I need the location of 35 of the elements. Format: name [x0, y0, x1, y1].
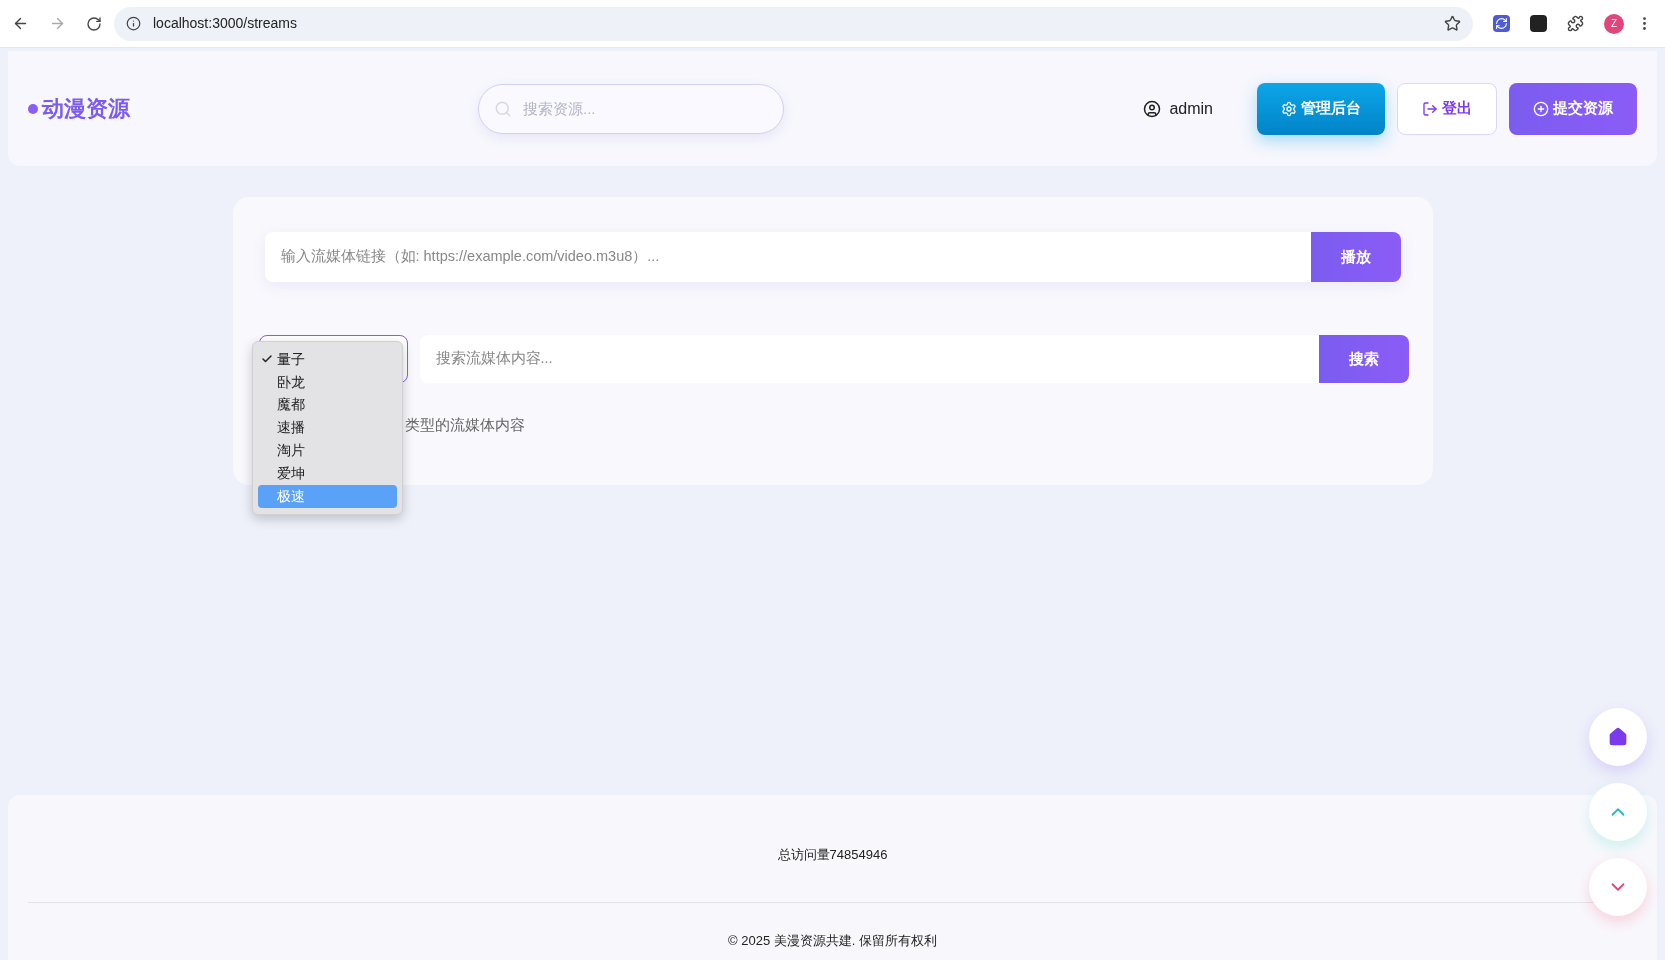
dropdown-option[interactable]: 速播 [257, 416, 397, 440]
back-icon[interactable] [12, 15, 29, 32]
bookmark-icon[interactable] [1444, 15, 1461, 32]
extension-icon[interactable] [1530, 15, 1547, 32]
submit-button[interactable]: 提交资源 [1509, 82, 1637, 135]
stream-url-field[interactable]: 输入流媒体链接（如: https://example.com/video.m3u8）... [264, 232, 1311, 282]
copyright-text: © 2025 美漫资源共建. 保留所有权利 [728, 931, 937, 950]
dropdown-option[interactable]: 爱坤 [257, 462, 397, 485]
submit-icon [1533, 100, 1549, 117]
home-icon [1608, 727, 1628, 747]
play-button[interactable]: 播放 [1310, 232, 1401, 282]
stream-search-field[interactable]: 搜索流媒体内容... [419, 335, 1319, 383]
hint-text: 类型的流媒体内容 [404, 417, 525, 433]
logout-icon [1422, 100, 1438, 117]
logout-button[interactable]: 登出 [1397, 82, 1497, 135]
admin-icon [1281, 100, 1297, 117]
search-button[interactable]: 搜索 [1318, 335, 1409, 383]
extensions-icon[interactable] [1567, 15, 1584, 32]
site-search-field[interactable]: 搜索资源... [478, 83, 784, 134]
address-bar[interactable]: localhost:3000/streams [114, 6, 1473, 41]
dropdown-option[interactable]: 淘片 [257, 439, 397, 462]
reload-icon[interactable] [86, 15, 102, 32]
extension-icon[interactable] [1493, 15, 1510, 32]
info-icon[interactable] [126, 16, 141, 31]
dropdown-option[interactable]: 卧龙 [257, 370, 397, 394]
search-icon [494, 99, 512, 118]
site-logo[interactable]: 动漫资源 [42, 92, 130, 125]
home-button[interactable] [1589, 708, 1647, 766]
user-icon [1143, 99, 1162, 118]
dropdown-option[interactable]: 魔都 [257, 393, 397, 417]
visit-count: 总访问量74854946 [777, 846, 888, 864]
profile-avatar[interactable]: Z [1604, 13, 1624, 34]
username[interactable]: admin [1169, 96, 1213, 121]
dropdown-option[interactable]: 量子 [257, 348, 397, 371]
url-text: localhost:3000/streams [153, 14, 297, 33]
